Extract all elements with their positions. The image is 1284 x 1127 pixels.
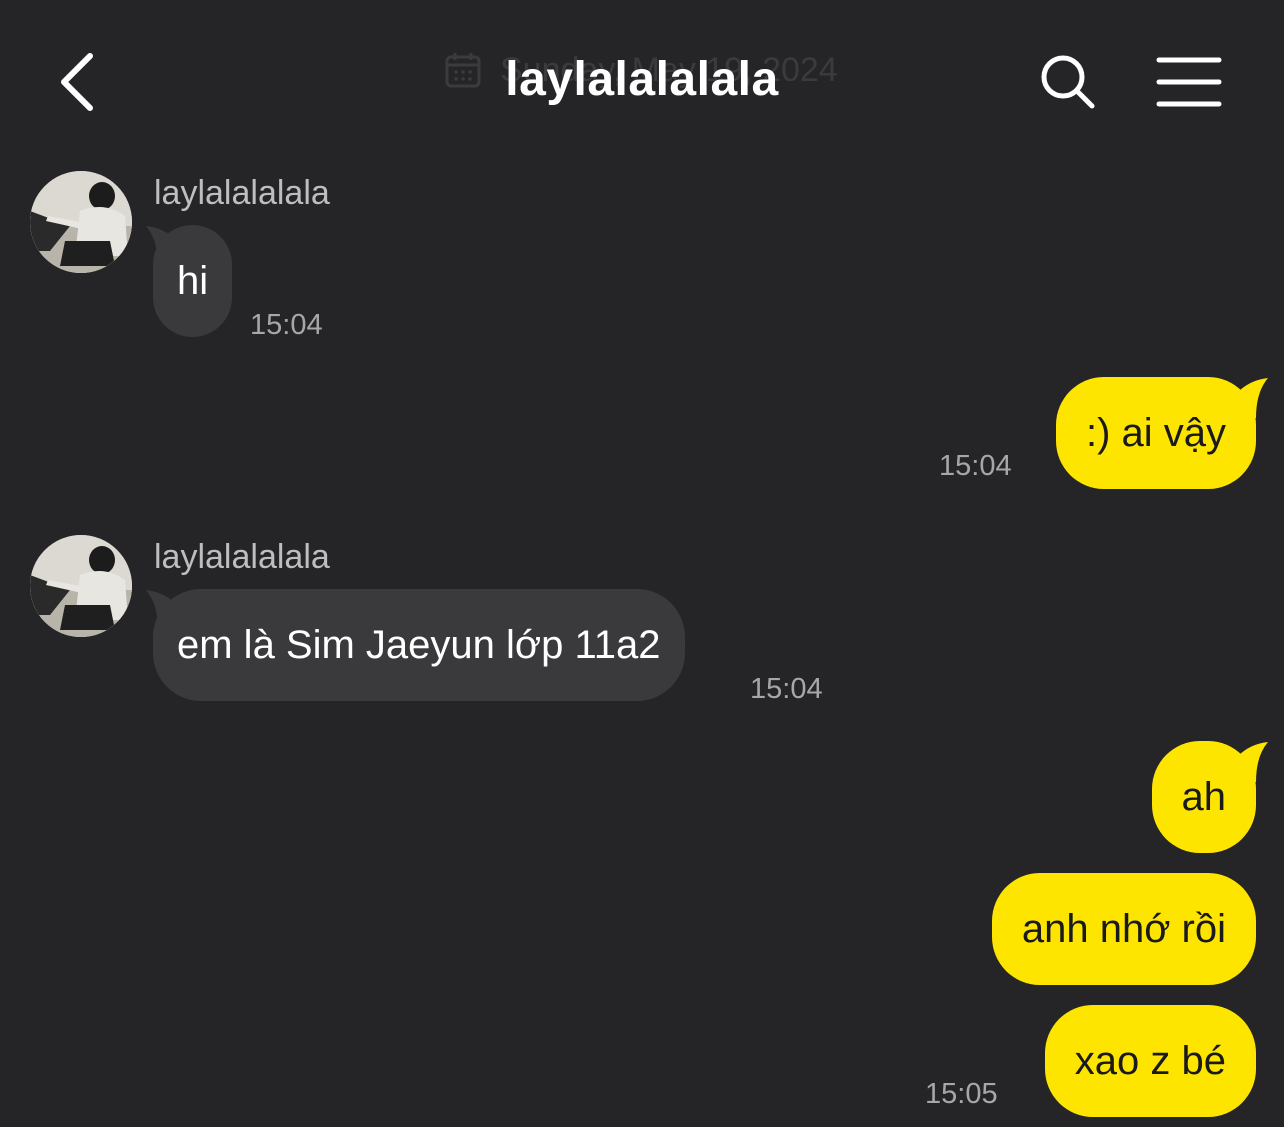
message-bubble-outgoing[interactable]: anh nhớ rồi [991,873,1256,985]
profile-photo-icon [30,171,132,273]
sender-name: laylalalalala [154,538,330,576]
message-timestamp: 15:04 [939,450,1012,482]
avatar[interactable] [30,171,132,273]
hamburger-menu-icon [1156,57,1222,107]
message-text: ah [1181,774,1227,819]
message-text: hi [177,258,209,303]
profile-photo-icon [30,535,132,637]
menu-button[interactable] [1154,52,1224,112]
avatar[interactable] [30,535,132,637]
search-icon [1041,55,1095,109]
message-timestamp: 15:05 [925,1078,998,1110]
message-timestamp: 15:04 [250,309,323,341]
chat-header: Sunday, May 19, 2024 laylalalalala [0,0,1284,150]
message-timestamp: 15:04 [750,673,823,705]
message-bubble-outgoing[interactable]: :) ai vậy [1055,377,1256,489]
sender-name: laylalalalala [154,174,330,212]
message-bubble-outgoing[interactable]: xao z bé [1044,1005,1256,1117]
chat-screen: Sunday, May 19, 2024 laylalalalala layla… [0,0,1284,1127]
message-text: em là Sim Jaeyun lớp 11a2 [177,622,661,667]
search-button[interactable] [1036,50,1100,114]
message-bubble-incoming[interactable]: hi [153,225,233,337]
message-text: xao z bé [1074,1038,1226,1083]
message-text: anh nhớ rồi [1021,906,1226,951]
message-bubble-incoming[interactable]: em là Sim Jaeyun lớp 11a2 [153,589,685,701]
message-bubble-outgoing[interactable]: ah [1151,741,1256,853]
message-text: :) ai vậy [1085,410,1226,455]
